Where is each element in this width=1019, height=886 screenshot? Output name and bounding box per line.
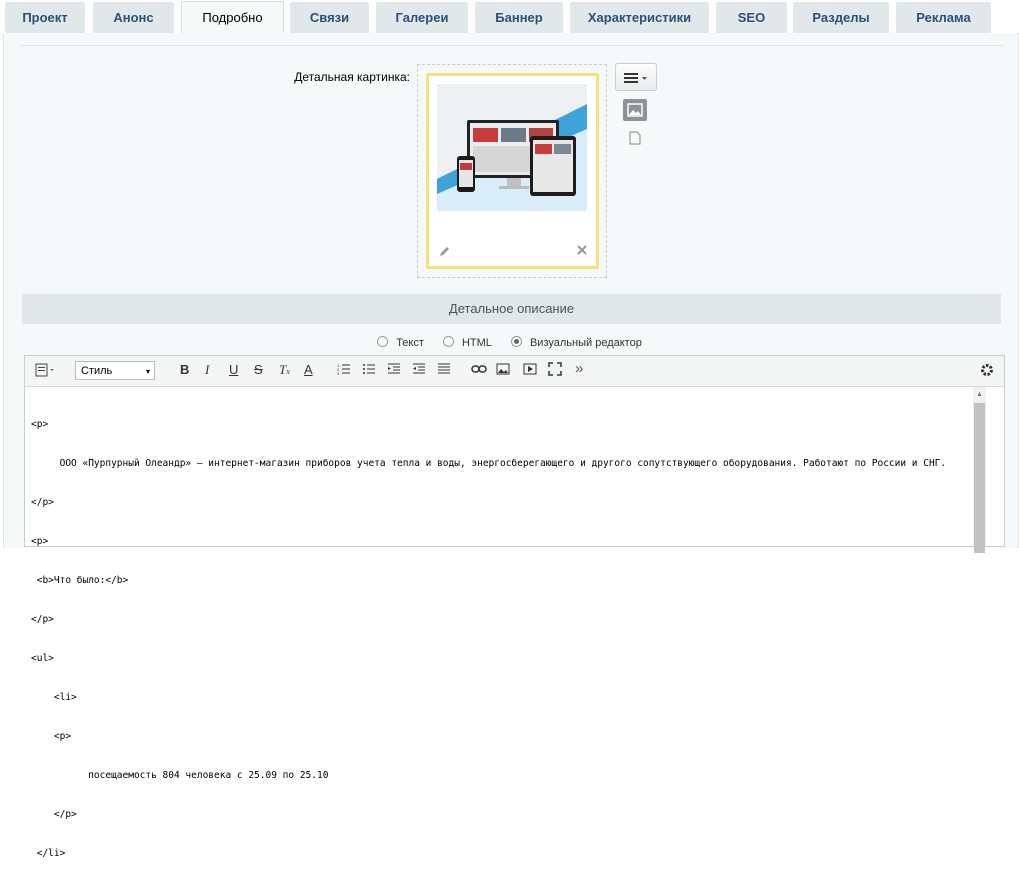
image-mode-icon[interactable]: [623, 99, 647, 121]
radio-icon[interactable]: [442, 336, 454, 347]
chevron-down-icon: ▾: [145, 367, 150, 376]
editor-scrollbar[interactable]: ▲: [973, 387, 986, 553]
code-line: </p>: [31, 809, 77, 820]
visual-editor: Стиль ▾ B I U S Tx A 123 » <p> ООО «Пурпу…: [24, 355, 1005, 859]
radio-icon[interactable]: [377, 336, 389, 347]
align-icon[interactable]: [437, 362, 451, 379]
image-icon[interactable]: [496, 362, 510, 379]
code-line: </p>: [31, 497, 54, 508]
divider: [21, 45, 1003, 46]
style-select-value: Стиль: [81, 365, 113, 377]
tab-galleries[interactable]: Галереи: [376, 2, 468, 33]
tab-bar: Проект Анонс Подробно Связи Галереи Банн…: [0, 0, 1019, 35]
tab-banner[interactable]: Баннер: [475, 2, 563, 33]
file-icon[interactable]: [629, 131, 641, 145]
mode-text-label: Текст: [396, 337, 424, 349]
fullscreen-icon[interactable]: [548, 362, 562, 379]
remove-format-icon[interactable]: Tx: [279, 362, 290, 378]
ordered-list-icon[interactable]: 123: [337, 362, 351, 379]
source-toggle-icon[interactable]: [35, 363, 57, 380]
code-line: посещаемость 804 человека с 25.09 по 25.…: [31, 770, 329, 781]
mode-text[interactable]: Текст: [373, 336, 428, 349]
mode-html-label: HTML: [461, 337, 492, 349]
mode-html[interactable]: HTML: [439, 336, 496, 349]
indent-icon[interactable]: [412, 362, 426, 379]
tab-announce[interactable]: Анонс: [93, 2, 174, 33]
detail-image-thumbnail[interactable]: [437, 84, 587, 211]
italic-icon[interactable]: I: [205, 362, 209, 378]
link-icon[interactable]: [471, 362, 487, 379]
tab-seo[interactable]: SEO: [716, 2, 787, 33]
detail-image-label: Детальная картинка:: [294, 70, 410, 84]
code-line: </li>: [31, 848, 66, 859]
bold-icon[interactable]: B: [180, 362, 189, 377]
strike-icon[interactable]: S: [254, 362, 263, 377]
close-icon[interactable]: [576, 243, 588, 261]
tab-detail[interactable]: Подробно: [181, 1, 284, 35]
tab-characteristics[interactable]: Характеристики: [570, 2, 709, 33]
underline-icon[interactable]: U: [229, 362, 238, 377]
unordered-list-icon[interactable]: [362, 362, 376, 379]
tab-project[interactable]: Проект: [5, 2, 85, 33]
tab-sections[interactable]: Разделы: [793, 2, 889, 33]
tab-links[interactable]: Связи: [290, 2, 369, 33]
image-card: [426, 73, 599, 269]
code-line: <b>Что было:</b>: [31, 575, 129, 586]
pencil-icon[interactable]: [439, 244, 451, 262]
svg-text:3: 3: [337, 371, 340, 376]
video-icon[interactable]: [523, 362, 537, 379]
mode-visual[interactable]: Визуальный редактор: [507, 336, 646, 349]
editor-toolbar: Стиль ▾ B I U S Tx A 123 »: [25, 356, 1004, 387]
scroll-up-icon[interactable]: ▲: [976, 391, 983, 398]
editor-mode-radios: Текст HTML Визуальный редактор: [0, 336, 1019, 349]
style-select[interactable]: Стиль ▾: [75, 361, 155, 380]
code-line: <p>: [31, 419, 49, 430]
description-header: Детальное описание: [22, 294, 1001, 324]
code-line: ООО «Пурпурный Олеандр» — интернет-магаз…: [31, 458, 947, 469]
code-line: <p>: [31, 731, 72, 742]
mode-visual-label: Визуальный редактор: [529, 337, 642, 349]
code-line: <li>: [31, 692, 77, 703]
settings-icon[interactable]: [980, 363, 994, 380]
outdent-icon[interactable]: [387, 362, 401, 379]
scrollbar-thumb[interactable]: [974, 403, 985, 553]
code-line: </p>: [31, 614, 54, 625]
radio-selected-icon[interactable]: [510, 336, 522, 347]
editor-content[interactable]: <p> ООО «Пурпурный Олеандр» — интернет-м…: [31, 392, 946, 886]
tab-ads[interactable]: Реклама: [896, 2, 991, 33]
font-color-icon[interactable]: A: [304, 362, 313, 377]
code-line: <ul>: [31, 653, 54, 664]
image-menu-button[interactable]: [615, 63, 657, 91]
more-icon[interactable]: »: [575, 360, 583, 377]
